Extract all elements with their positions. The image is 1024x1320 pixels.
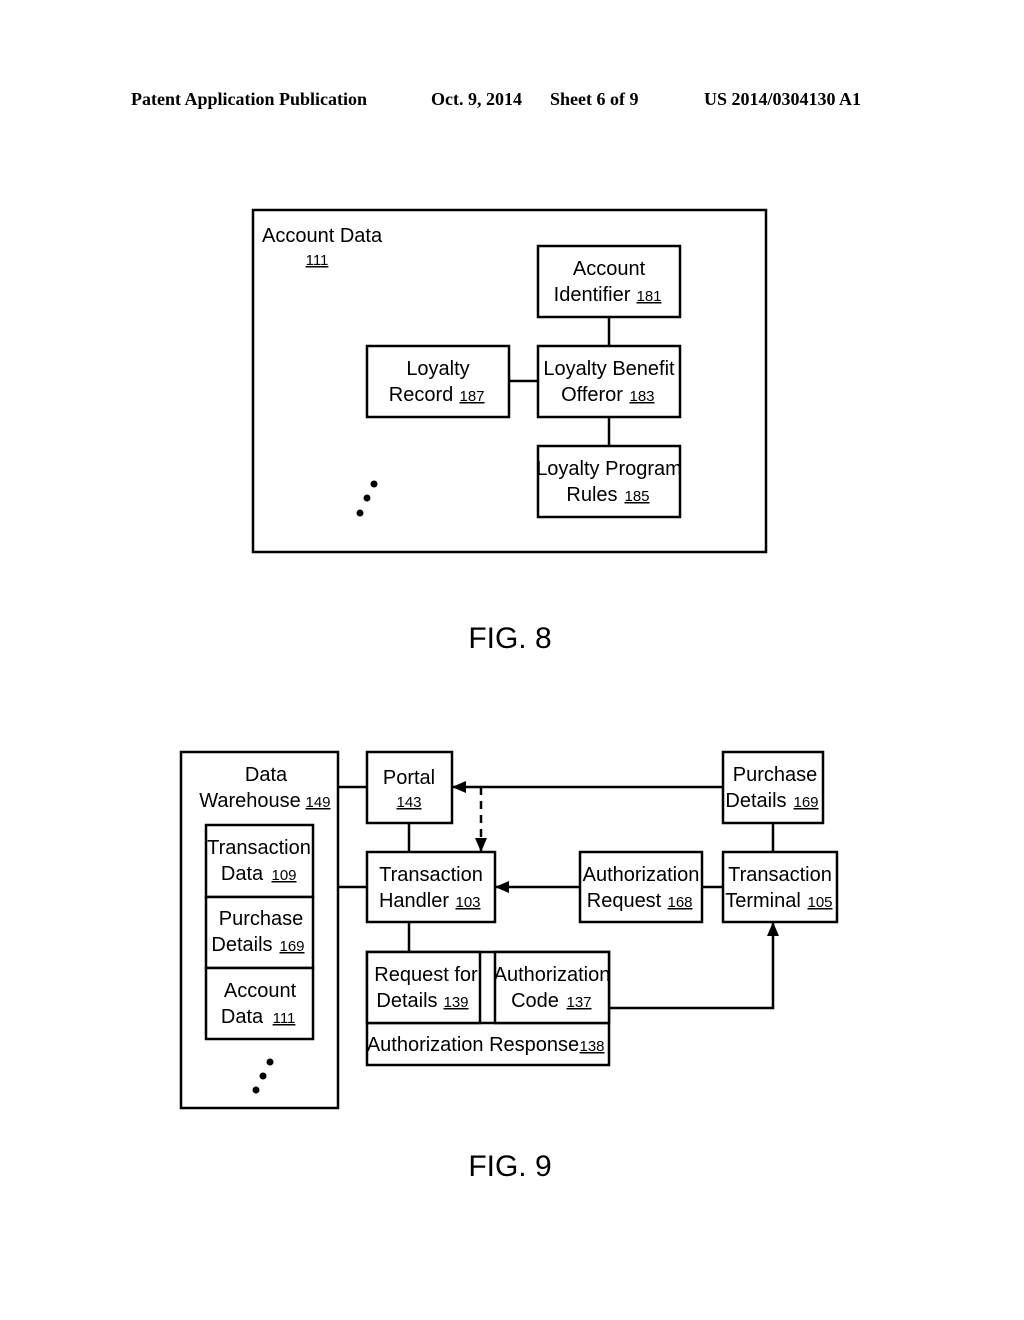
account-identifier-line1: Account xyxy=(573,258,646,280)
fig8-caption: FIG. 8 xyxy=(468,622,551,655)
data-warehouse-ref: 149 xyxy=(305,794,330,811)
auth-response-label: Authorization Response xyxy=(367,1034,579,1056)
transaction-terminal-box: Transaction Terminal 105 xyxy=(721,850,839,924)
purchase-details-line1: Purchase xyxy=(733,764,818,786)
auth-code-ref: 137 xyxy=(566,994,591,1011)
fig9: Data Warehouse 149 Transaction Data 109 … xyxy=(179,750,839,1183)
terminal-line1: Transaction xyxy=(728,864,832,886)
loyalty-record-ref: 187 xyxy=(459,388,484,405)
portal-line1: Portal xyxy=(383,767,435,789)
data-warehouse-line1: Data xyxy=(245,764,288,786)
portal-box: Portal 143 xyxy=(365,750,454,825)
auth-request-line2: Request xyxy=(587,890,662,912)
account-identifier-line2: Identifier xyxy=(554,284,631,306)
dw-account-data-ref: 111 xyxy=(273,1010,296,1027)
account-data-label: Account Data xyxy=(262,225,383,247)
auth-request-line1: Authorization xyxy=(583,864,700,886)
portal-ref: 143 xyxy=(396,794,421,811)
patent-figures: Account Data 111 Account Identifier 181 … xyxy=(179,208,839,1183)
transaction-data-box: Transaction Data 109 xyxy=(204,823,315,899)
dw-purchase-details-line2: Details xyxy=(211,934,272,956)
data-warehouse-line2: Warehouse xyxy=(199,790,301,812)
loyalty-record-line2: Record xyxy=(389,384,453,406)
authorization-request-box: Authorization Request 168 xyxy=(578,850,704,924)
handler-line1: Transaction xyxy=(379,864,483,886)
transaction-data-ref: 109 xyxy=(271,867,296,884)
rules-line2: Rules xyxy=(566,484,617,506)
auth-request-ref: 168 xyxy=(667,894,692,911)
loyalty-record-box: Loyalty Record 187 xyxy=(365,344,511,419)
handler-line2: Handler xyxy=(379,890,449,912)
rules-ref: 185 xyxy=(624,488,649,505)
request-for-details-box: Request for Details 139 xyxy=(365,950,482,1025)
dw-account-data-line2: Data xyxy=(221,1006,264,1028)
dw-purchase-details-box: Purchase Details 169 xyxy=(204,895,315,970)
arrow-code-to-terminal xyxy=(609,922,779,1010)
account-identifier-box: Account Identifier 181 xyxy=(536,244,682,319)
account-data-ref: 111 xyxy=(306,252,329,269)
dw-account-data-line1: Account xyxy=(224,980,297,1002)
request-details-line2: Details xyxy=(376,990,437,1012)
terminal-ref: 105 xyxy=(807,894,832,911)
offeror-ref: 183 xyxy=(629,388,654,405)
rules-line1: Loyalty Program xyxy=(536,458,682,480)
dw-purchase-details-line1: Purchase xyxy=(219,908,304,930)
auth-code-line1: Authorization xyxy=(494,964,611,986)
purchase-details-ref: 169 xyxy=(793,794,818,811)
transaction-handler-box: Transaction Handler 103 xyxy=(365,850,497,924)
purchase-details-box: Purchase Details 169 xyxy=(721,750,825,825)
transaction-data-line1: Transaction xyxy=(207,837,311,859)
transaction-data-line2: Data xyxy=(221,863,264,885)
auth-response-ref: 138 xyxy=(579,1038,604,1055)
dw-purchase-details-ref: 169 xyxy=(279,938,304,955)
auth-code-line2: Code xyxy=(511,990,559,1012)
account-identifier-ref: 181 xyxy=(636,288,661,305)
dw-account-data-box: Account Data 111 xyxy=(204,966,315,1041)
loyalty-record-line1: Loyalty xyxy=(406,358,469,380)
purchase-details-line2: Details xyxy=(725,790,786,812)
offeror-line1: Loyalty Benefit xyxy=(543,358,675,380)
authorization-code-box: Authorization Code 137 xyxy=(494,950,611,1025)
fig8: Account Data 111 Account Identifier 181 … xyxy=(251,208,768,655)
loyalty-program-rules-box: Loyalty Program Rules 185 xyxy=(536,444,682,519)
terminal-line2: Terminal xyxy=(725,890,801,912)
offeror-line2: Offeror xyxy=(561,384,623,406)
handler-ref: 103 xyxy=(455,894,480,911)
request-details-ref: 139 xyxy=(443,994,468,1011)
fig9-caption: FIG. 9 xyxy=(468,1150,551,1183)
loyalty-benefit-offeror-box: Loyalty Benefit Offeror 183 xyxy=(536,344,682,419)
request-details-line1: Request for xyxy=(374,964,478,986)
